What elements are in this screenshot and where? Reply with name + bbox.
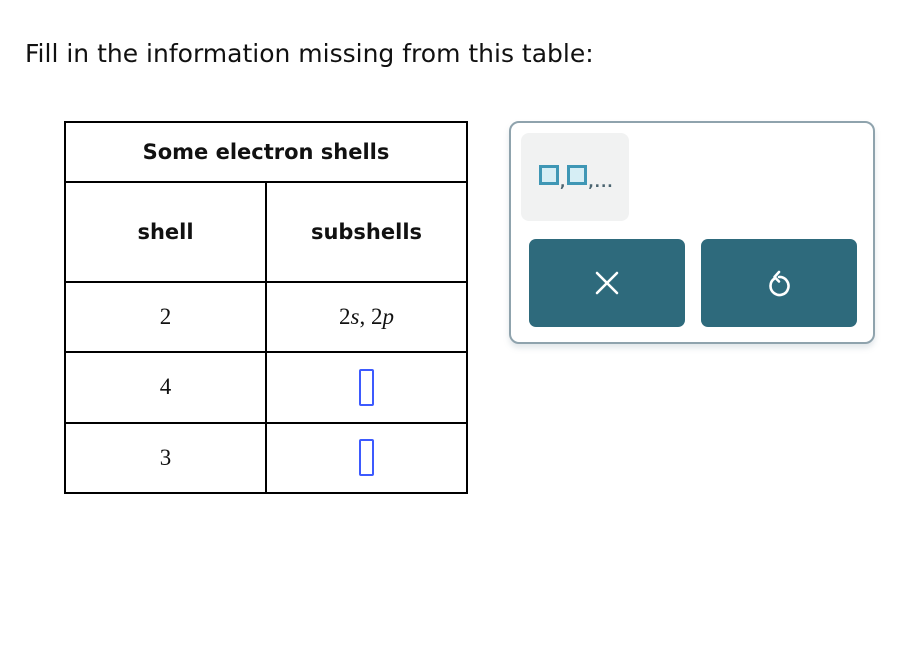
column-header-subshells: subshells	[265, 181, 468, 283]
comma-separator: ,	[560, 175, 567, 191]
subshells-cell	[265, 421, 468, 495]
undo-icon	[769, 270, 790, 297]
close-icon	[595, 271, 619, 295]
placeholder-box-icon	[539, 165, 559, 185]
subshells-cell	[265, 351, 468, 424]
electron-shells-table: Some electron shells shell subshells 2 2…	[64, 120, 468, 495]
question-prompt: Fill in the information missing from thi…	[25, 39, 594, 68]
placeholder-box-icon	[567, 165, 588, 185]
shell-cell: 2	[64, 280, 267, 354]
list-template-icon: , ,...	[539, 165, 615, 190]
reset-button[interactable]	[701, 239, 857, 327]
column-header-shell: shell	[64, 181, 267, 283]
table-caption: Some electron shells	[64, 120, 468, 184]
subshell-value: 2s, 2p	[339, 304, 394, 330]
subshells-answer-input[interactable]	[359, 368, 374, 406]
table-row: 2 2s, 2p	[64, 280, 468, 354]
table-row: 4	[64, 351, 468, 424]
clear-button[interactable]	[529, 239, 685, 327]
list-template-button[interactable]: , ,...	[521, 133, 629, 221]
subshells-cell: 2s, 2p	[265, 280, 468, 354]
shell-cell: 3	[64, 421, 267, 495]
subshells-answer-input[interactable]	[359, 439, 374, 477]
shell-cell: 4	[64, 351, 267, 424]
answer-palette: , ,...	[509, 121, 875, 344]
ellipsis: ,...	[588, 175, 614, 191]
table-row: 3	[64, 421, 468, 495]
